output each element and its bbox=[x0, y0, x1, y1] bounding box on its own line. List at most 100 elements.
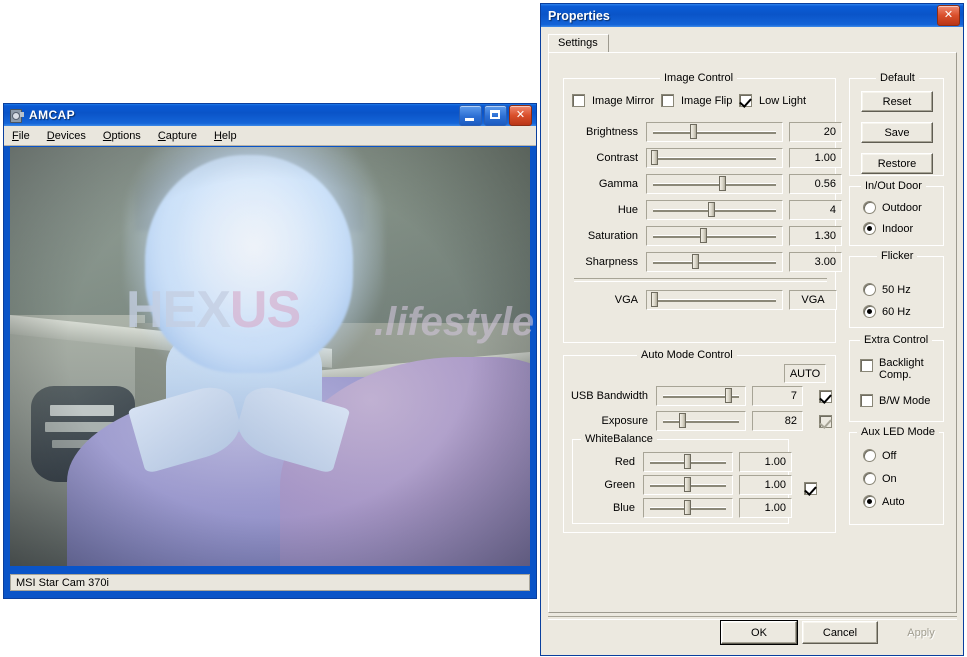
amcap-titlebar[interactable]: AMCAP ✕ bbox=[4, 104, 536, 126]
ok-button[interactable]: OK bbox=[720, 620, 798, 645]
radio-outdoor[interactable]: Outdoor bbox=[863, 201, 922, 214]
menu-item-capture[interactable]: Capture bbox=[158, 130, 197, 142]
slider-thumb[interactable] bbox=[684, 499, 691, 515]
slider-wb-green[interactable]: Green 1.00 bbox=[573, 474, 792, 495]
slider-thumb[interactable] bbox=[690, 124, 697, 139]
slider-track[interactable] bbox=[646, 226, 783, 246]
slider-track[interactable] bbox=[646, 174, 783, 194]
slider-value[interactable]: 82 bbox=[752, 411, 803, 431]
slider-thumb[interactable] bbox=[651, 150, 658, 165]
slider-usb-bandwidth[interactable]: USB Bandwidth 7 bbox=[564, 386, 837, 406]
backlight-comp-checkbox[interactable]: Backlight Comp. bbox=[860, 357, 934, 381]
radio-button[interactable] bbox=[863, 449, 876, 462]
radio-50hz[interactable]: 50 Hz bbox=[863, 283, 911, 296]
slider-value[interactable]: 1.00 bbox=[739, 474, 792, 495]
menu-item-file[interactable]: File bbox=[12, 130, 30, 142]
checkbox-box[interactable] bbox=[860, 359, 873, 372]
slider-saturation[interactable]: Saturation 1.30 bbox=[564, 226, 842, 246]
radio-60hz[interactable]: 60 Hz bbox=[863, 305, 911, 318]
cancel-button[interactable]: Cancel bbox=[802, 621, 878, 644]
slider-thumb[interactable] bbox=[708, 202, 715, 217]
maximize-button[interactable] bbox=[484, 104, 507, 126]
radio-button[interactable] bbox=[863, 283, 876, 296]
slider-value[interactable]: 7 bbox=[752, 386, 803, 406]
menu-item-options[interactable]: Options bbox=[103, 130, 141, 142]
white-balance-auto-checkbox[interactable] bbox=[804, 482, 817, 496]
radio-button[interactable] bbox=[863, 472, 876, 485]
slider-thumb[interactable] bbox=[684, 453, 691, 469]
slider-track[interactable] bbox=[646, 148, 783, 168]
slider-value[interactable]: 1.00 bbox=[789, 148, 842, 168]
slider-wb-red[interactable]: Red 1.00 bbox=[573, 451, 792, 472]
reset-button[interactable]: Reset bbox=[861, 91, 933, 112]
slider-value[interactable]: 0.56 bbox=[789, 174, 842, 194]
slider-thumb[interactable] bbox=[725, 388, 732, 403]
slider-value[interactable]: 20 bbox=[789, 122, 842, 142]
slider-track[interactable] bbox=[643, 451, 733, 472]
checkbox-box[interactable] bbox=[739, 94, 752, 108]
slider-sharpness[interactable]: Sharpness 3.00 bbox=[564, 252, 842, 272]
radio-indoor[interactable]: Indoor bbox=[863, 222, 913, 235]
radio-led-on[interactable]: On bbox=[863, 472, 897, 485]
radio-button[interactable] bbox=[863, 222, 876, 235]
menu-item-devices[interactable]: Devices bbox=[47, 130, 86, 142]
minimize-button[interactable] bbox=[459, 104, 482, 126]
slider-vga[interactable]: VGA VGA bbox=[564, 290, 837, 310]
close-icon[interactable]: ✕ bbox=[937, 5, 960, 26]
video-preview[interactable] bbox=[10, 147, 530, 566]
slider-track[interactable] bbox=[656, 411, 746, 431]
slider-value[interactable]: 1.30 bbox=[789, 226, 842, 246]
slider-track[interactable] bbox=[643, 474, 733, 495]
slider-wb-blue[interactable]: Blue 1.00 bbox=[573, 497, 792, 518]
restore-button[interactable]: Restore bbox=[861, 153, 933, 174]
low-light-checkbox[interactable]: Low Light bbox=[739, 94, 806, 108]
radio-button[interactable] bbox=[863, 495, 876, 508]
slider-thumb[interactable] bbox=[684, 476, 691, 492]
slider-value[interactable]: 1.00 bbox=[739, 497, 792, 518]
slider-value[interactable]: 4 bbox=[789, 200, 842, 220]
radio-led-auto[interactable]: Auto bbox=[863, 495, 905, 508]
slider-label: Brightness bbox=[586, 126, 638, 138]
image-mirror-checkbox[interactable]: Image Mirror bbox=[572, 94, 654, 107]
save-button[interactable]: Save bbox=[861, 122, 933, 143]
slider-value[interactable]: VGA bbox=[789, 290, 837, 310]
slider-thumb[interactable] bbox=[679, 413, 686, 428]
slider-thumb[interactable] bbox=[692, 254, 699, 269]
slider-thumb[interactable] bbox=[719, 176, 726, 191]
properties-titlebar[interactable]: Properties ✕ bbox=[541, 4, 963, 27]
close-button[interactable]: ✕ bbox=[509, 104, 532, 126]
slider-exposure[interactable]: Exposure 82 bbox=[564, 411, 837, 431]
slider-contrast[interactable]: Contrast 1.00 bbox=[564, 148, 842, 168]
amcap-window-buttons: ✕ bbox=[459, 104, 534, 126]
slider-thumb[interactable] bbox=[700, 228, 707, 243]
usb-bandwidth-auto-checkbox[interactable] bbox=[819, 389, 832, 404]
slider-brightness[interactable]: Brightness 20 bbox=[564, 122, 842, 142]
image-flip-checkbox[interactable]: Image Flip bbox=[661, 94, 732, 107]
slider-gamma[interactable]: Gamma 0.56 bbox=[564, 174, 842, 194]
radio-led-off[interactable]: Off bbox=[863, 449, 896, 462]
slider-track[interactable] bbox=[646, 252, 783, 272]
menu-item-help[interactable]: Help bbox=[214, 130, 237, 142]
amcap-menubar: File Devices Options Capture Help bbox=[4, 126, 536, 146]
slider-label: Sharpness bbox=[585, 256, 638, 268]
slider-track[interactable] bbox=[656, 386, 746, 406]
slider-value[interactable]: 1.00 bbox=[739, 451, 792, 472]
radio-button[interactable] bbox=[863, 201, 876, 214]
slider-track[interactable] bbox=[646, 200, 783, 220]
slider-track[interactable] bbox=[643, 497, 733, 518]
slider-hue[interactable]: Hue 4 bbox=[564, 200, 842, 220]
checkbox-box[interactable] bbox=[860, 394, 873, 407]
slider-track[interactable] bbox=[646, 122, 783, 142]
slider-track[interactable] bbox=[646, 290, 783, 310]
radio-label: Outdoor bbox=[882, 201, 922, 214]
slider-label: Contrast bbox=[596, 152, 638, 164]
tab-settings[interactable]: Settings bbox=[548, 34, 609, 53]
bw-mode-checkbox[interactable]: B/W Mode bbox=[860, 394, 930, 407]
radio-label: Off bbox=[882, 449, 897, 462]
slider-thumb[interactable] bbox=[651, 292, 658, 307]
checkbox-box[interactable] bbox=[572, 94, 585, 107]
radio-button[interactable] bbox=[863, 305, 876, 318]
slider-value[interactable]: 3.00 bbox=[789, 252, 842, 272]
indoor-outdoor-caption: In/Out Door bbox=[861, 180, 926, 192]
checkbox-box[interactable] bbox=[661, 94, 674, 107]
